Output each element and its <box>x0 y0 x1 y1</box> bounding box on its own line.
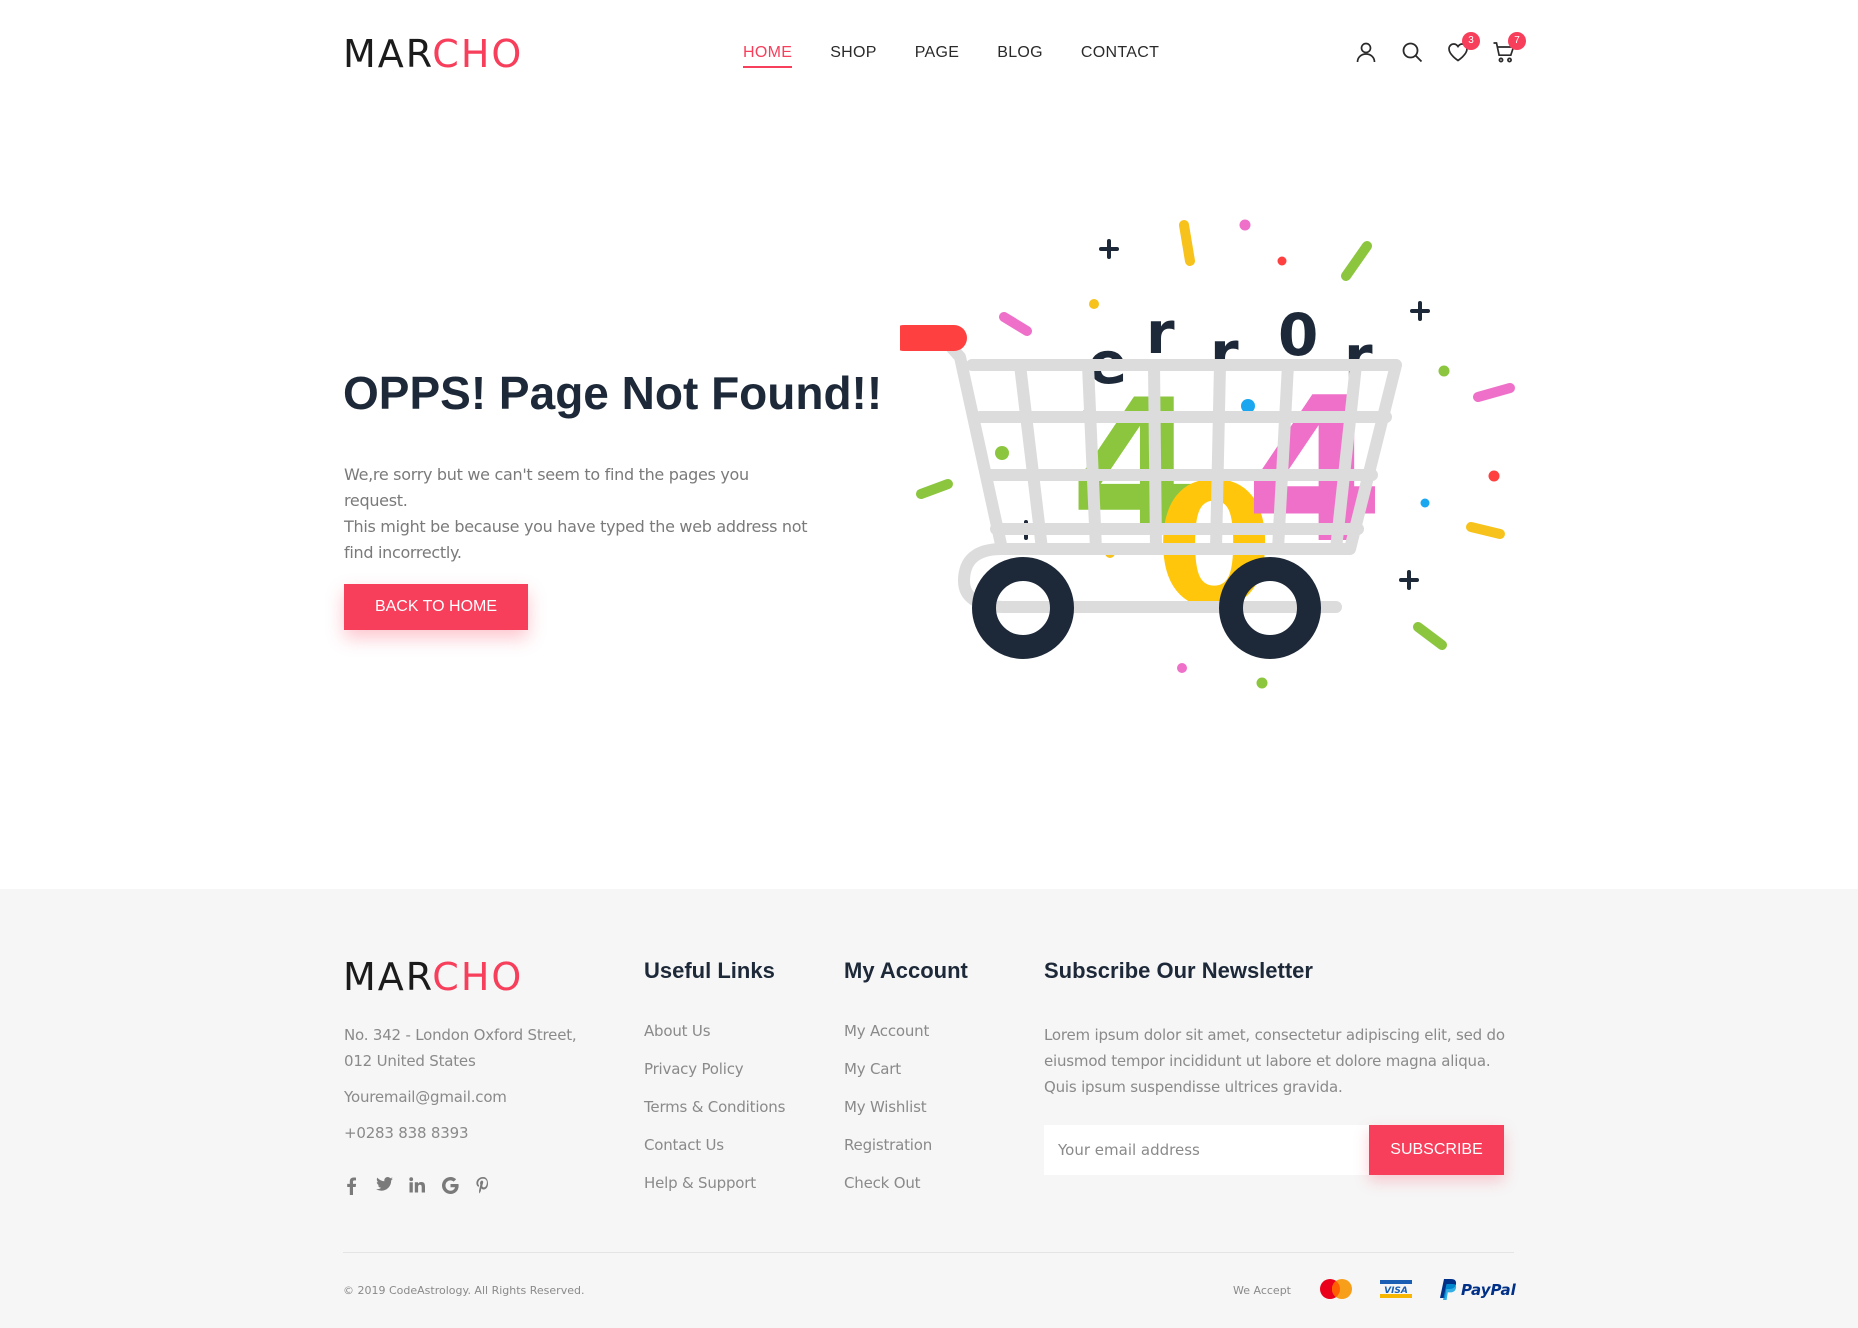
visa-icon: VISA <box>1380 1280 1412 1298</box>
logo-text-accent: CHO <box>432 955 524 999</box>
linkedin-icon[interactable] <box>409 1177 425 1195</box>
error-letter: r <box>1146 299 1175 367</box>
footer-link-registration[interactable]: Registration <box>844 1136 932 1174</box>
newsletter-description: Lorem ipsum dolor sit amet, consectetur … <box>1044 1022 1514 1100</box>
newsletter-email-input[interactable] <box>1044 1125 1369 1175</box>
footer-divider <box>343 1252 1514 1253</box>
newsletter-description-line: Quis ipsum suspendisse ultrices gravida. <box>1044 1078 1343 1096</box>
mastercard-icon <box>1320 1279 1352 1299</box>
footer-email[interactable]: Youremail@gmail.com <box>344 1084 507 1110</box>
facebook-icon[interactable] <box>343 1177 359 1195</box>
nav-blog[interactable]: BLOG <box>997 44 1043 68</box>
page-title: OPPS! Page Not Found!! <box>343 367 883 419</box>
footer-address: No. 342 - London Oxford Street, 012 Unit… <box>344 1022 577 1074</box>
address-line: No. 342 - London Oxford Street, <box>344 1026 577 1044</box>
wishlist-count-badge: 3 <box>1462 32 1480 50</box>
header-icons: 3 7 <box>1354 32 1526 64</box>
error-description-line: This might be because you have typed the… <box>344 517 808 536</box>
my-account-heading: My Account <box>844 958 968 983</box>
google-icon[interactable] <box>442 1177 459 1195</box>
footer-link-my-account[interactable]: My Account <box>844 1022 932 1060</box>
we-accept-label: We Accept <box>1233 1284 1291 1297</box>
footer-link-privacy-policy[interactable]: Privacy Policy <box>644 1060 785 1098</box>
logo-text-dark: MAR <box>343 955 433 999</box>
error-404-cart-illustration: e r r 0 r 4 0 4 <box>900 219 1515 689</box>
error-description: We,re sorry but we can't seem to find th… <box>344 462 814 566</box>
user-icon[interactable] <box>1354 40 1378 64</box>
footer-link-about-us[interactable]: About Us <box>644 1022 785 1060</box>
useful-links-heading: Useful Links <box>644 958 775 983</box>
back-to-home-button[interactable]: BACK TO HOME <box>344 584 528 630</box>
logo-text-dark: MAR <box>343 32 433 76</box>
footer-logo[interactable]: MARCHO <box>343 958 523 996</box>
useful-links-list: About Us Privacy Policy Terms & Conditio… <box>644 1022 785 1212</box>
search-icon[interactable] <box>1400 40 1424 64</box>
newsletter-heading: Subscribe Our Newsletter <box>1044 958 1313 983</box>
logo-text-accent: CHO <box>432 32 524 76</box>
footer-link-check-out[interactable]: Check Out <box>844 1174 932 1212</box>
site-header: MARCHO HOME SHOP PAGE BLOG CONTACT 3 7 <box>0 0 1858 110</box>
paypal-label: PayPal <box>1461 1281 1517 1299</box>
error-description-line: We,re sorry but we can't seem to find th… <box>344 465 749 510</box>
address-line: 012 United States <box>344 1052 476 1070</box>
nav-page[interactable]: PAGE <box>915 44 959 68</box>
footer-link-contact-us[interactable]: Contact Us <box>644 1136 785 1174</box>
social-links <box>343 1177 491 1195</box>
copyright-text: © 2019 CodeAstrology. All Rights Reserve… <box>343 1284 585 1297</box>
newsletter-description-line: Lorem ipsum dolor sit amet, consectetur … <box>1044 1026 1505 1044</box>
pinterest-icon[interactable] <box>475 1177 491 1195</box>
header-logo[interactable]: MARCHO <box>343 35 523 73</box>
cart-count-badge: 7 <box>1508 32 1526 50</box>
subscribe-button[interactable]: SUBSCRIBE <box>1369 1125 1504 1175</box>
wishlist-heart-icon[interactable]: 3 <box>1446 32 1480 64</box>
main-nav: HOME SHOP PAGE BLOG CONTACT <box>743 44 1159 68</box>
nav-contact[interactable]: CONTACT <box>1081 44 1159 68</box>
footer-link-terms[interactable]: Terms & Conditions <box>644 1098 785 1136</box>
nav-shop[interactable]: SHOP <box>830 44 877 68</box>
visa-label: VISA <box>1384 1286 1408 1296</box>
my-account-list: My Account My Cart My Wishlist Registrat… <box>844 1022 932 1212</box>
footer-link-help-support[interactable]: Help & Support <box>644 1174 785 1212</box>
newsletter-description-line: eiusmod tempor incididunt ut labore et d… <box>1044 1052 1491 1070</box>
nav-home[interactable]: HOME <box>743 44 793 68</box>
footer-link-my-wishlist[interactable]: My Wishlist <box>844 1098 932 1136</box>
cart-icon[interactable]: 7 <box>1492 32 1526 64</box>
footer-phone[interactable]: +0283 838 8393 <box>344 1120 468 1146</box>
error-description-line: find incorrectly. <box>344 543 462 562</box>
paypal-icon: PayPal <box>1440 1279 1517 1300</box>
twitter-icon[interactable] <box>376 1177 393 1195</box>
footer-link-my-cart[interactable]: My Cart <box>844 1060 932 1098</box>
